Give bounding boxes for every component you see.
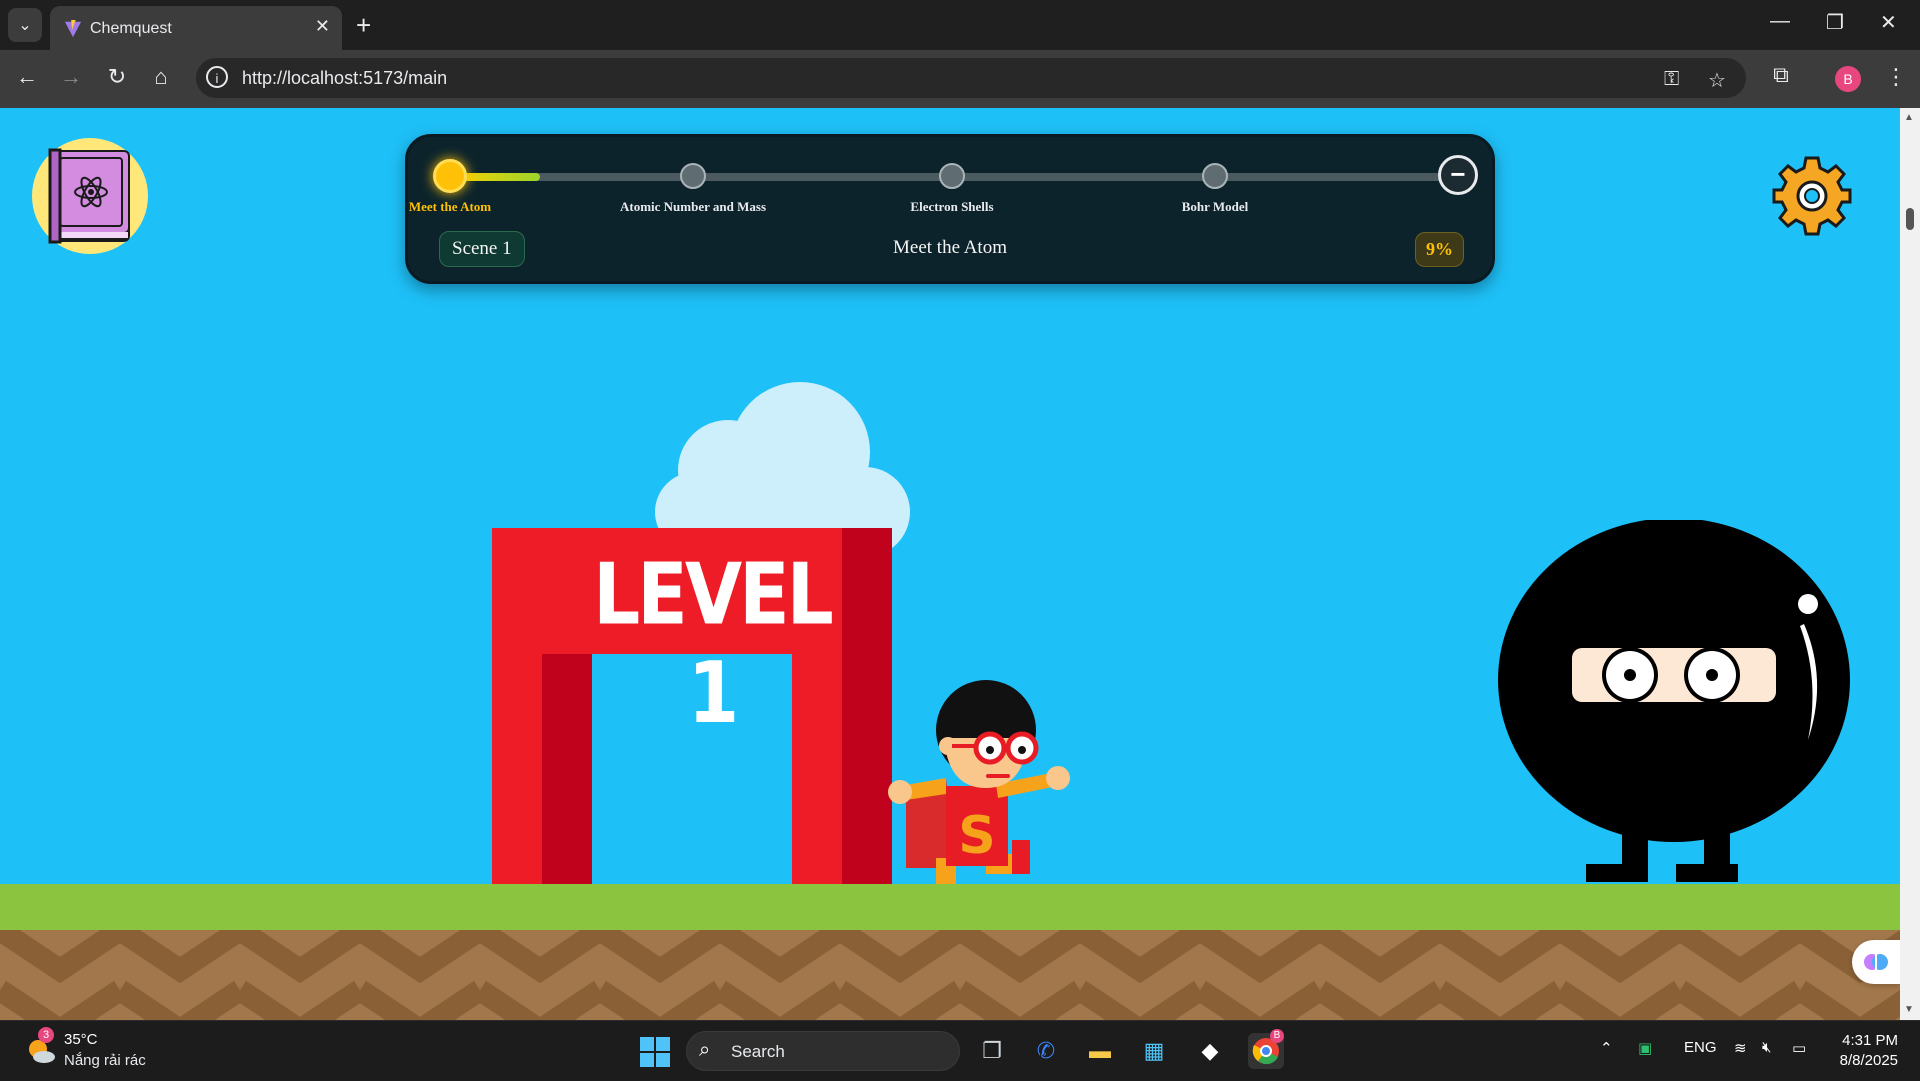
search-icon: ⌕ bbox=[699, 1039, 711, 1061]
step-label: Meet the Atom bbox=[408, 199, 492, 214]
scroll-up-icon[interactable]: ▲ bbox=[1904, 112, 1914, 123]
ninja-bomb-enemy[interactable] bbox=[1498, 520, 1858, 894]
browser-toolbar: ← → ↻ ⌂ i http://localhost:5173/main ⚿ ☆… bbox=[0, 50, 1920, 108]
clock-date: 8/8/2025 bbox=[1839, 1052, 1898, 1069]
level-gate[interactable]: LEVEL 1 bbox=[492, 528, 892, 884]
brain-icon bbox=[1864, 954, 1888, 970]
settings-gear-icon[interactable] bbox=[1772, 156, 1852, 236]
step-label: Bohr Model bbox=[1181, 199, 1249, 214]
address-bar[interactable]: i http://localhost:5173/main ⚿ ☆ bbox=[196, 58, 1746, 98]
step-label: Electron Shells bbox=[910, 199, 994, 214]
cloud-decoration bbox=[655, 382, 910, 552]
scene-title: Meet the Atom bbox=[893, 237, 1007, 258]
site-info-icon[interactable]: i bbox=[206, 66, 228, 88]
scene-badge: Scene 1 bbox=[439, 231, 525, 267]
progress-percent-badge: 9% bbox=[1415, 232, 1464, 267]
bookmark-star-icon[interactable]: ☆ bbox=[1708, 68, 1726, 93]
superhero-player-character[interactable]: S bbox=[886, 668, 1086, 908]
extensions-icon[interactable]: ⧉ bbox=[1766, 62, 1796, 88]
browser-menu-icon[interactable]: ⋮ bbox=[1885, 64, 1907, 90]
windows-taskbar: 3 35°C Nắng rải rác ⌕ Search ❐ ✆ ▬ ▦ ◆ B… bbox=[0, 1020, 1920, 1081]
taskbar-search[interactable]: ⌕ Search bbox=[686, 1031, 960, 1071]
atom-book-button[interactable] bbox=[32, 138, 148, 254]
restore-button[interactable]: ❐ bbox=[1826, 10, 1844, 35]
step-node-meet-the-atom[interactable] bbox=[433, 159, 467, 193]
battery-icon[interactable]: ▭ bbox=[1792, 1039, 1806, 1057]
vite-favicon-icon bbox=[64, 20, 82, 38]
windows-start-button[interactable] bbox=[640, 1037, 670, 1067]
collapse-panel-button[interactable]: − bbox=[1438, 155, 1478, 195]
scroll-thumb[interactable] bbox=[1906, 208, 1914, 230]
game-viewport[interactable]: − Meet the Atom Atomic Number and Mass E… bbox=[0, 108, 1900, 1020]
tab-close-icon[interactable]: ✕ bbox=[315, 16, 330, 37]
back-icon[interactable]: ← bbox=[12, 64, 42, 90]
forward-icon[interactable]: → bbox=[56, 64, 86, 90]
level-label: LEVEL 1 bbox=[593, 545, 834, 743]
search-label: Search bbox=[731, 1042, 785, 1061]
step-node-bohr-model[interactable] bbox=[1202, 163, 1228, 189]
weather-temperature[interactable]: 35°C bbox=[64, 1031, 98, 1048]
ai-assistant-brain-button[interactable] bbox=[1852, 940, 1900, 984]
chrome-icon[interactable]: B bbox=[1248, 1029, 1284, 1069]
show-hidden-icons-chevron-icon[interactable]: ⌃ bbox=[1600, 1039, 1613, 1057]
ground-dirt bbox=[0, 930, 1900, 1020]
browser-tab[interactable]: Chemquest ✕ bbox=[50, 6, 342, 50]
messenger-icon[interactable]: ✆ bbox=[1028, 1033, 1064, 1069]
minimize-button[interactable]: — bbox=[1770, 10, 1790, 33]
profile-avatar[interactable]: B bbox=[1835, 66, 1861, 92]
language-indicator[interactable]: ENG bbox=[1684, 1039, 1717, 1056]
scroll-down-icon[interactable]: ▼ bbox=[1904, 1004, 1914, 1015]
step-node-atomic-number[interactable] bbox=[680, 163, 706, 189]
clock-time: 4:31 PM bbox=[1842, 1032, 1898, 1049]
atom-book-icon bbox=[48, 148, 130, 244]
home-icon[interactable]: ⌂ bbox=[146, 64, 176, 90]
weather-description[interactable]: Nắng rải rác bbox=[64, 1052, 146, 1069]
chrome-profile-badge: B bbox=[1270, 1029, 1284, 1043]
microsoft-store-icon[interactable]: ▦ bbox=[1136, 1033, 1172, 1069]
tab-title: Chemquest bbox=[90, 20, 172, 37]
tab-search-button[interactable]: ⌄ bbox=[8, 8, 42, 42]
reload-icon[interactable]: ↻ bbox=[102, 64, 132, 90]
step-label: Atomic Number and Mass bbox=[619, 199, 767, 214]
browser-tab-strip: ⌄ Chemquest ✕ + — ❐ ✕ bbox=[0, 0, 1920, 50]
app-cube-icon[interactable]: ◆ bbox=[1192, 1033, 1228, 1069]
hero-emblem: S bbox=[958, 806, 995, 866]
volume-muted-icon[interactable]: 🔇︎ bbox=[1762, 1039, 1771, 1056]
ground-grass bbox=[0, 884, 1900, 930]
new-tab-button[interactable]: + bbox=[356, 10, 371, 41]
lesson-progress-panel: − Meet the Atom Atomic Number and Mass E… bbox=[405, 134, 1495, 284]
weather-notification-badge: 3 bbox=[38, 1027, 54, 1043]
system-clock[interactable]: 4:31 PM 8/8/2025 bbox=[1834, 1031, 1898, 1071]
step-node-electron-shells[interactable] bbox=[939, 163, 965, 189]
url-text[interactable]: http://localhost:5173/main bbox=[242, 68, 447, 89]
task-view-icon[interactable]: ❐ bbox=[974, 1033, 1010, 1069]
page-scrollbar[interactable]: ▲ ▼ bbox=[1900, 108, 1920, 1020]
dirt-pattern bbox=[0, 930, 1900, 1020]
file-explorer-icon[interactable]: ▬ bbox=[1082, 1033, 1118, 1069]
app-tray-icon[interactable]: ▣ bbox=[1638, 1039, 1652, 1057]
password-key-icon[interactable]: ⚿ bbox=[1664, 68, 1679, 91]
close-window-button[interactable]: ✕ bbox=[1880, 10, 1897, 35]
wifi-icon[interactable]: ≋ bbox=[1734, 1039, 1747, 1057]
